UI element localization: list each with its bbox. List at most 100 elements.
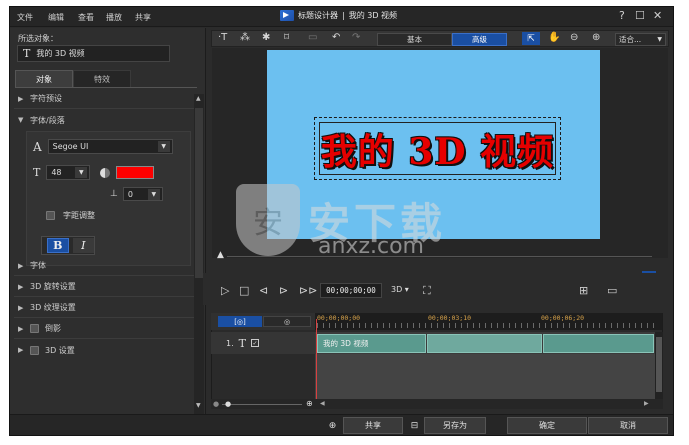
close-icon[interactable]: ✕	[653, 9, 662, 22]
scroll-up-icon[interactable]: ▲	[196, 95, 201, 102]
select-tool-icon[interactable]: ⇱	[522, 32, 540, 45]
text-color-swatch[interactable]	[116, 166, 155, 179]
line-spacing-select[interactable]: 0 ▼	[122, 187, 163, 201]
chevron-down-icon[interactable]: ▼	[75, 167, 88, 178]
font-face-select[interactable]: Segoe UI ▼	[47, 139, 173, 154]
insert-background-icon[interactable]: ⌑	[284, 32, 289, 43]
track-visible-checkbox[interactable]: ✓	[250, 339, 259, 347]
advanced-mode-button[interactable]: 高级	[452, 33, 507, 46]
fast-forward-icon[interactable]: ⊳⊳	[299, 284, 317, 297]
timeline-tab-audio[interactable]: ◎	[263, 316, 311, 327]
playhead[interactable]	[316, 319, 317, 399]
stop-icon[interactable]: □	[239, 284, 249, 297]
share-icon[interactable]: ⊕	[326, 419, 339, 432]
preview-slider[interactable]	[227, 256, 652, 257]
title-clip-segment-1[interactable]: 我的 3D 视频	[317, 334, 426, 353]
timeline-zoom-knob[interactable]: ●	[225, 400, 231, 408]
italic-button[interactable]: I	[72, 238, 94, 253]
basic-mode-button[interactable]: 基本	[377, 33, 452, 46]
insert-particle-icon[interactable]: ⁂	[240, 32, 250, 43]
timeline-tab-video[interactable]: [◎]	[218, 316, 262, 327]
save-as-button[interactable]: 另存为	[424, 417, 486, 434]
kerning-label: 字距调整	[63, 211, 95, 220]
insert-text-icon[interactable]: ·T	[218, 32, 227, 43]
section-label: 倒影	[45, 324, 61, 333]
bold-button[interactable]: B	[47, 238, 69, 253]
font-face-icon: A	[33, 139, 42, 154]
3d-settings-checkbox[interactable]	[30, 345, 39, 355]
timecode-display[interactable]: 00;00;00;00	[320, 283, 382, 298]
playback-bar	[203, 273, 659, 305]
chevron-down-icon[interactable]: ▼	[157, 141, 170, 152]
ok-button[interactable]: 确定	[507, 417, 587, 434]
menu-play[interactable]: 播放	[106, 12, 122, 23]
previous-frame-icon[interactable]: ⊲	[259, 284, 268, 297]
scroll-down-icon[interactable]: ▼	[196, 402, 201, 409]
section-3d-settings[interactable]: ▶ 3D 设置	[14, 340, 195, 360]
hscroll-left-icon[interactable]: ◀	[320, 400, 325, 407]
menu-view[interactable]: 查看	[78, 12, 94, 23]
tab-object[interactable]: 对象	[15, 70, 73, 87]
safe-zone-icon[interactable]: ⊞	[579, 284, 588, 297]
title-clip-segment-2[interactable]	[427, 334, 542, 353]
share-button[interactable]: 共享	[343, 417, 403, 434]
font-size-select[interactable]: 48 ▼	[46, 165, 91, 180]
zoom-out-icon[interactable]: ⊖	[570, 32, 578, 43]
ruler-ticks	[317, 323, 657, 328]
maximize-icon[interactable]: ☐	[635, 9, 645, 22]
menu-share[interactable]: 共享	[135, 12, 151, 23]
ruler-mark-1: 00;00;03;10	[428, 314, 472, 322]
track-number: 1.	[226, 338, 234, 348]
zoom-in-icon[interactable]: ⊕	[592, 32, 600, 43]
shadow-checkbox[interactable]	[30, 324, 39, 333]
clip-label: 我的 3D 视频	[323, 339, 369, 348]
section-label: 字体/段落	[30, 115, 65, 125]
tab-divider	[15, 87, 197, 88]
zoom-min-icon[interactable]: ●	[213, 400, 219, 408]
section-3d-texture[interactable]: ▶ 3D 纹理设置	[14, 298, 195, 318]
section-shadow[interactable]: ▶ 倒影	[14, 319, 195, 339]
undo-icon[interactable]: ↶	[332, 32, 340, 43]
zoom-fit-select[interactable]: 适合... ▼	[615, 33, 666, 46]
selected-object-field[interactable]: T 我的 3D 视频	[17, 45, 170, 62]
font-size-icon: T	[33, 166, 41, 179]
insert-image-icon[interactable]: ✱	[262, 32, 270, 43]
section-font-paragraph[interactable]: ▼ 字体/段落	[14, 110, 195, 130]
aspect-ratio-icon[interactable]: ▭	[607, 284, 617, 297]
hand-tool-icon[interactable]: ✋	[548, 32, 560, 43]
section-3d-rotation[interactable]: ▶ 3D 旋转设置	[14, 277, 195, 297]
disabled-tool-icon: ▭	[308, 32, 318, 43]
title-text-object[interactable]: 我的 3D 视频	[319, 122, 556, 175]
save-as-icon[interactable]: ⊟	[408, 419, 421, 432]
title-clip-segment-3[interactable]	[543, 334, 654, 353]
cancel-button[interactable]: 取消	[588, 417, 668, 434]
hscroll-right-icon[interactable]: ▶	[644, 400, 649, 407]
section-label: 字体	[30, 261, 46, 270]
preview-slider-knob[interactable]: ▲	[217, 250, 224, 260]
3d-mode-toggle[interactable]: 3D ▾	[391, 285, 409, 294]
tab-effects[interactable]: 特效	[73, 70, 131, 87]
section-char-preset[interactable]: ▶ 字符预设	[14, 89, 195, 109]
redo-icon[interactable]: ↷	[352, 32, 360, 43]
timeline-vscroll-thumb[interactable]	[656, 337, 662, 392]
menu-file[interactable]: 文件	[17, 12, 33, 23]
left-scrollbar-thumb[interactable]	[195, 108, 203, 278]
chevron-down-icon[interactable]: ▼	[147, 188, 160, 200]
play-icon[interactable]: ▷	[221, 284, 229, 297]
expand-right-icon: ▶	[18, 94, 24, 103]
text-track-icon: T	[238, 336, 246, 350]
timeline-zoom-slider[interactable]	[222, 404, 302, 405]
fullscreen-icon[interactable]: ⛶	[423, 284, 431, 298]
section-label: 3D 设置	[45, 345, 75, 355]
menu-edit[interactable]: 编辑	[48, 12, 64, 23]
kerning-checkbox[interactable]	[46, 211, 55, 220]
selected-object-name: 我的 3D 视频	[36, 49, 85, 58]
section-font[interactable]: ▶ 字体	[14, 256, 195, 276]
window-title: 标题设计器 | 我的 3D 视频	[280, 10, 397, 21]
panel-tabs: 对象 特效	[15, 70, 197, 87]
help-icon[interactable]: ?	[619, 9, 625, 22]
next-frame-icon[interactable]: ⊳	[279, 284, 288, 297]
designer-toolbar: ·T ⁂ ✱ ⌑ ▭ ↶ ↷ 基本 高级 ⇱ ✋ ⊖ ⊕ 适合... ▼	[211, 30, 669, 47]
zoom-add-icon[interactable]: ⊕	[306, 399, 313, 408]
font-face-row: A Segoe UI ▼	[33, 139, 173, 154]
